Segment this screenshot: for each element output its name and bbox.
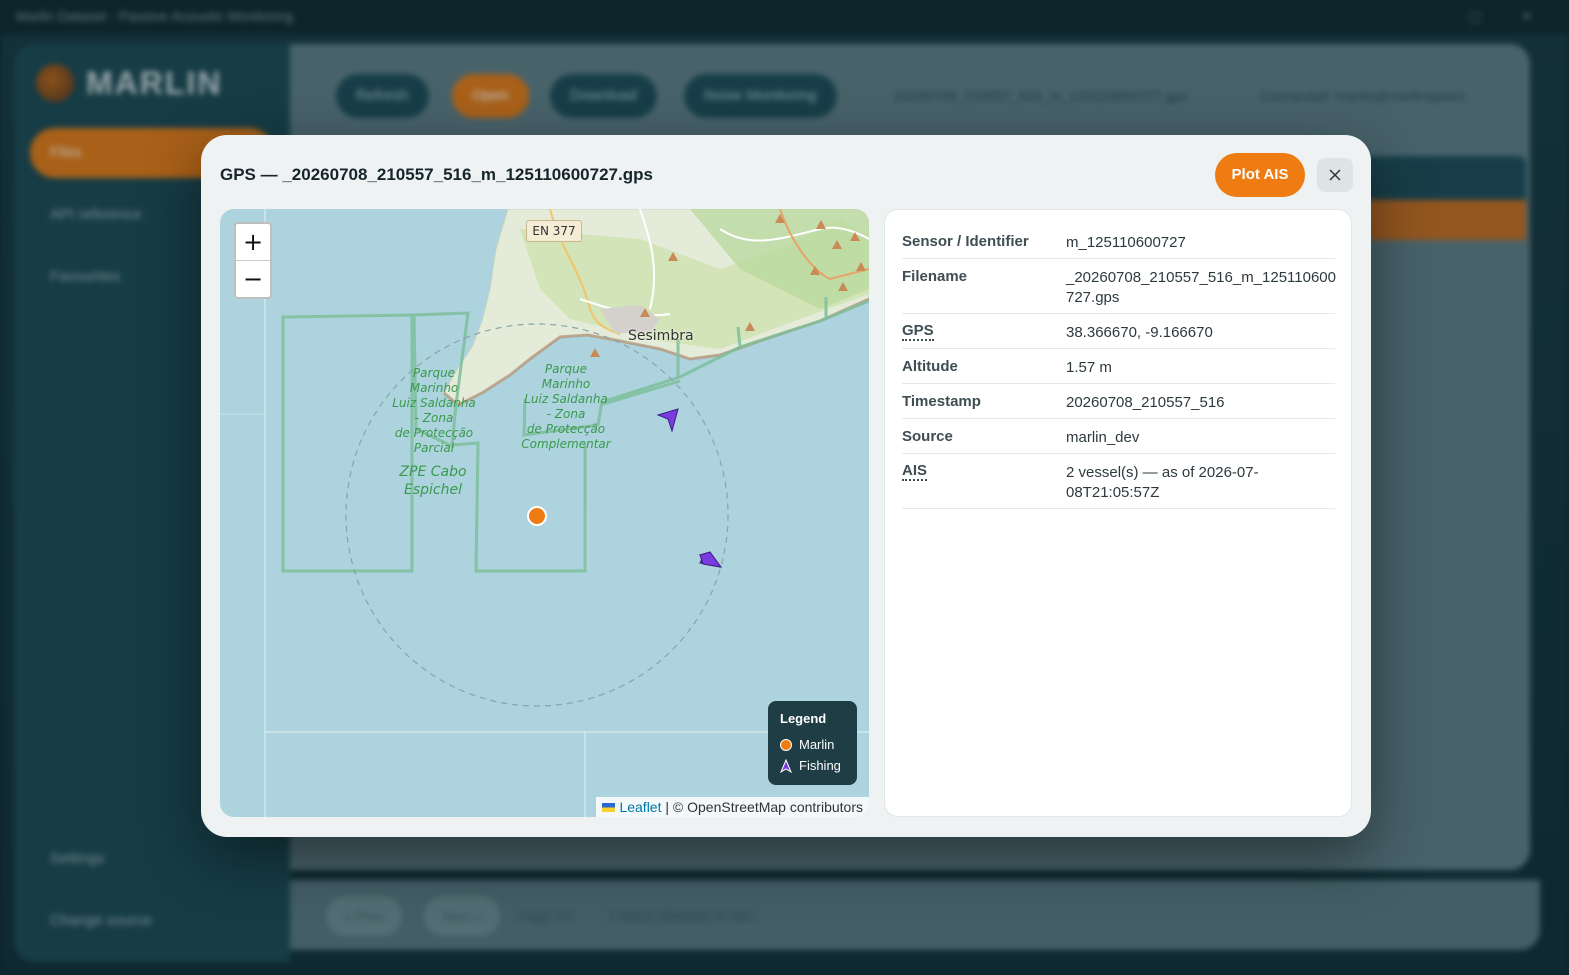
detail-row-filename: Filename _20260708_210557_516_m_12511060… [902,259,1336,314]
detail-row-gps: GPS 38.366670, -9.166670 [902,314,1335,349]
detail-key: Sensor / Identifier [902,233,1029,250]
vessel-arrow-icon [780,758,792,773]
zone-label-line: de Protecção [394,426,474,440]
detail-value: m_125110600727 [1066,234,1186,251]
plot-ais-button[interactable]: Plot AIS [1215,153,1305,197]
zone-label-line: - Zona [414,411,454,425]
attribution-text: | © OpenStreetMap contributors [665,799,863,815]
detail-key: Altitude [902,358,958,375]
zone-label-line: Luiz Saldanha [392,396,476,410]
detail-value: 1.57 m [1066,359,1112,376]
road-shield: EN 377 [526,220,582,242]
detail-value: _20260708_210557_516_m_125110600727.gps [1066,269,1336,306]
detail-value: 20260708_210557_516 [1066,394,1225,411]
detail-row-timestamp: Timestamp 20260708_210557_516 [902,384,1335,419]
detail-key: Filename [902,268,968,285]
legend-title: Legend [780,711,827,726]
map-attribution: Leaflet | © OpenStreetMap contributors [596,797,869,817]
detail-value: 2 vessel(s) — as of 2026-07-08T21:05:57Z [1066,464,1259,501]
detail-row-ais: AIS 2 vessel(s) — as of 2026-07-08T21:05… [902,454,1335,509]
zpe-label: ZPE Cabo Espichel [388,463,478,499]
detail-key: Timestamp [902,393,981,410]
detail-key: AIS [902,462,928,481]
close-icon [1329,169,1341,181]
marlin-dot-icon [780,738,792,751]
legend-item-marlin: Marlin [780,734,845,755]
detail-value: marlin_dev [1066,429,1140,446]
zone-label-line: Marinho [541,377,591,391]
zone-label-line: - Zona [546,407,586,421]
zone-label-line: Luiz Saldanha [524,392,608,406]
zone-label-line: Parque [544,362,588,376]
zone-label-line: Parcial [413,441,455,455]
town-label: Sesimbra [628,328,694,344]
zone-label-partial: Parque Marinho Luiz Saldanha - Zona de P… [390,366,478,456]
zoom-control: + − [234,222,272,299]
map-legend: Legend Marlin Fishing [768,701,857,785]
gps-modal: GPS — _20260708_210557_516_m_12511060072… [201,135,1371,837]
legend-item-fishing: Fishing [780,755,845,776]
zoom-out-button[interactable]: − [236,260,270,296]
zone-label-complementary: Parque Marinho Luiz Saldanha - Zona de P… [516,362,616,452]
close-button[interactable] [1317,158,1353,192]
fishing-vessel-marker [656,408,679,433]
map-view[interactable]: EN 377 Sesimbra Parque Marinho Luiz Sald… [220,209,869,817]
detail-value: 38.366670, -9.166670 [1066,324,1213,341]
details-panel: Sensor / Identifier m_125110600727 Filen… [884,209,1352,817]
zoom-in-button[interactable]: + [236,224,270,260]
detail-row-altitude: Altitude 1.57 m [902,349,1335,384]
detail-row-source: Source marlin_dev [902,419,1335,454]
zone-label-line: de Protecção [526,422,606,436]
legend-label: Marlin [799,737,835,752]
zone-label-line: Parque [412,366,456,380]
ukraine-flag-icon [602,803,616,812]
legend-label: Fishing [799,758,841,773]
leaflet-link[interactable]: Leaflet [619,799,661,815]
modal-title: GPS — _20260708_210557_516_m_12511060072… [220,165,653,184]
detail-row-sensor: Sensor / Identifier m_125110600727 [902,224,1335,259]
marlin-marker [527,506,547,526]
zone-label-line: Marinho [409,381,459,395]
zone-label-line: Complementar [521,437,611,451]
zpe-label-line: ZPE Cabo [399,464,467,480]
detail-key: GPS [902,322,934,341]
detail-key: Source [902,428,953,445]
zpe-label-line: Espichel [404,482,462,498]
